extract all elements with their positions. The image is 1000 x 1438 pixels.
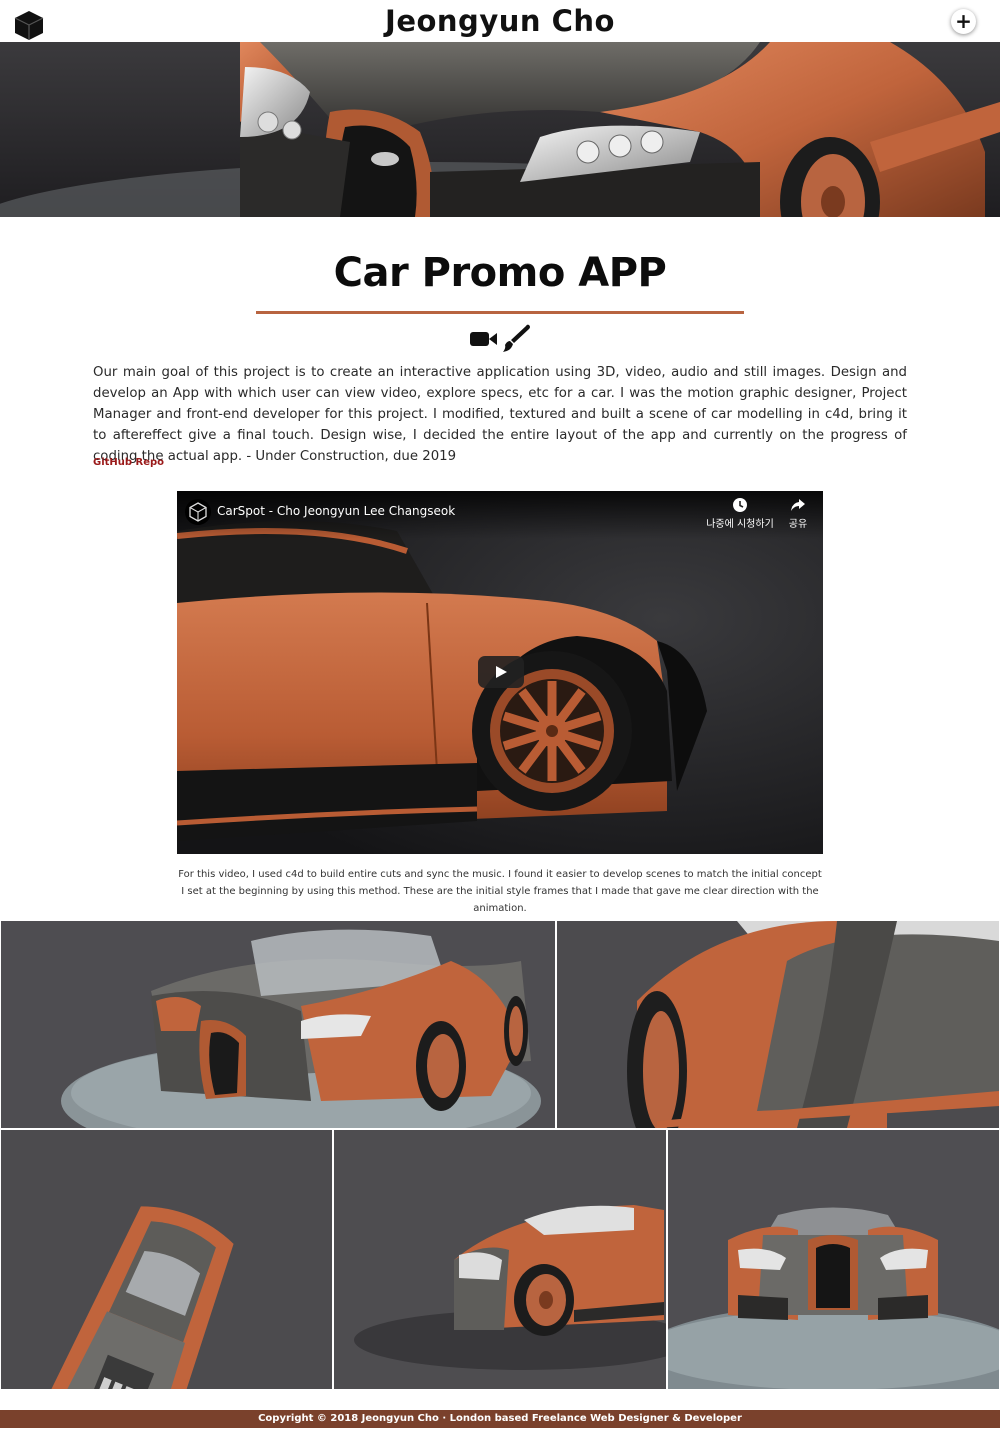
gallery-image-car-front[interactable] bbox=[668, 1130, 999, 1389]
watch-later-button[interactable]: 나중에 시청하기 bbox=[705, 497, 775, 530]
play-button[interactable] bbox=[478, 656, 524, 688]
project-title: Car Promo APP bbox=[333, 250, 667, 296]
title-divider bbox=[256, 311, 744, 314]
project-icons bbox=[469, 324, 533, 354]
hero-image bbox=[0, 42, 1000, 217]
share-label: 공유 bbox=[788, 519, 808, 530]
footer-copyright: Copyright © 2018 Jeongyun Cho · London b… bbox=[258, 1413, 742, 1424]
video-camera-icon bbox=[470, 332, 497, 346]
project-description: Our main goal of this project is to crea… bbox=[93, 365, 907, 464]
video-player[interactable]: CarSpot - Cho Jeongyun Lee Changseok 나중에… bbox=[177, 491, 823, 854]
site-title[interactable]: Jeongyun Cho bbox=[0, 4, 1000, 38]
gallery-image-car-three-quarter[interactable] bbox=[1, 921, 555, 1128]
plus-icon: + bbox=[955, 9, 972, 33]
site-footer: Copyright © 2018 Jeongyun Cho · London b… bbox=[0, 1410, 1000, 1428]
gallery-image-car-side-closeup[interactable] bbox=[557, 921, 999, 1128]
site-header: Jeongyun Cho + bbox=[0, 0, 1000, 42]
play-icon bbox=[496, 666, 507, 678]
gallery-image-car-low-side[interactable] bbox=[334, 1130, 666, 1389]
channel-logo-icon[interactable] bbox=[185, 499, 211, 525]
video-caption: For this video, I used c4d to build enti… bbox=[178, 869, 822, 914]
share-arrow-icon bbox=[791, 499, 805, 511]
share-button[interactable]: 공유 bbox=[783, 497, 813, 530]
github-repo-link[interactable]: GitHub Repo bbox=[93, 457, 164, 468]
video-title[interactable]: CarSpot - Cho Jeongyun Lee Changseok bbox=[217, 504, 455, 518]
clock-icon bbox=[733, 498, 747, 512]
paintbrush-icon bbox=[503, 324, 530, 352]
watch-later-label: 나중에 시청하기 bbox=[706, 519, 774, 530]
gallery-image-car-top-down[interactable] bbox=[1, 1130, 332, 1389]
menu-plus-button[interactable]: + bbox=[951, 9, 976, 34]
